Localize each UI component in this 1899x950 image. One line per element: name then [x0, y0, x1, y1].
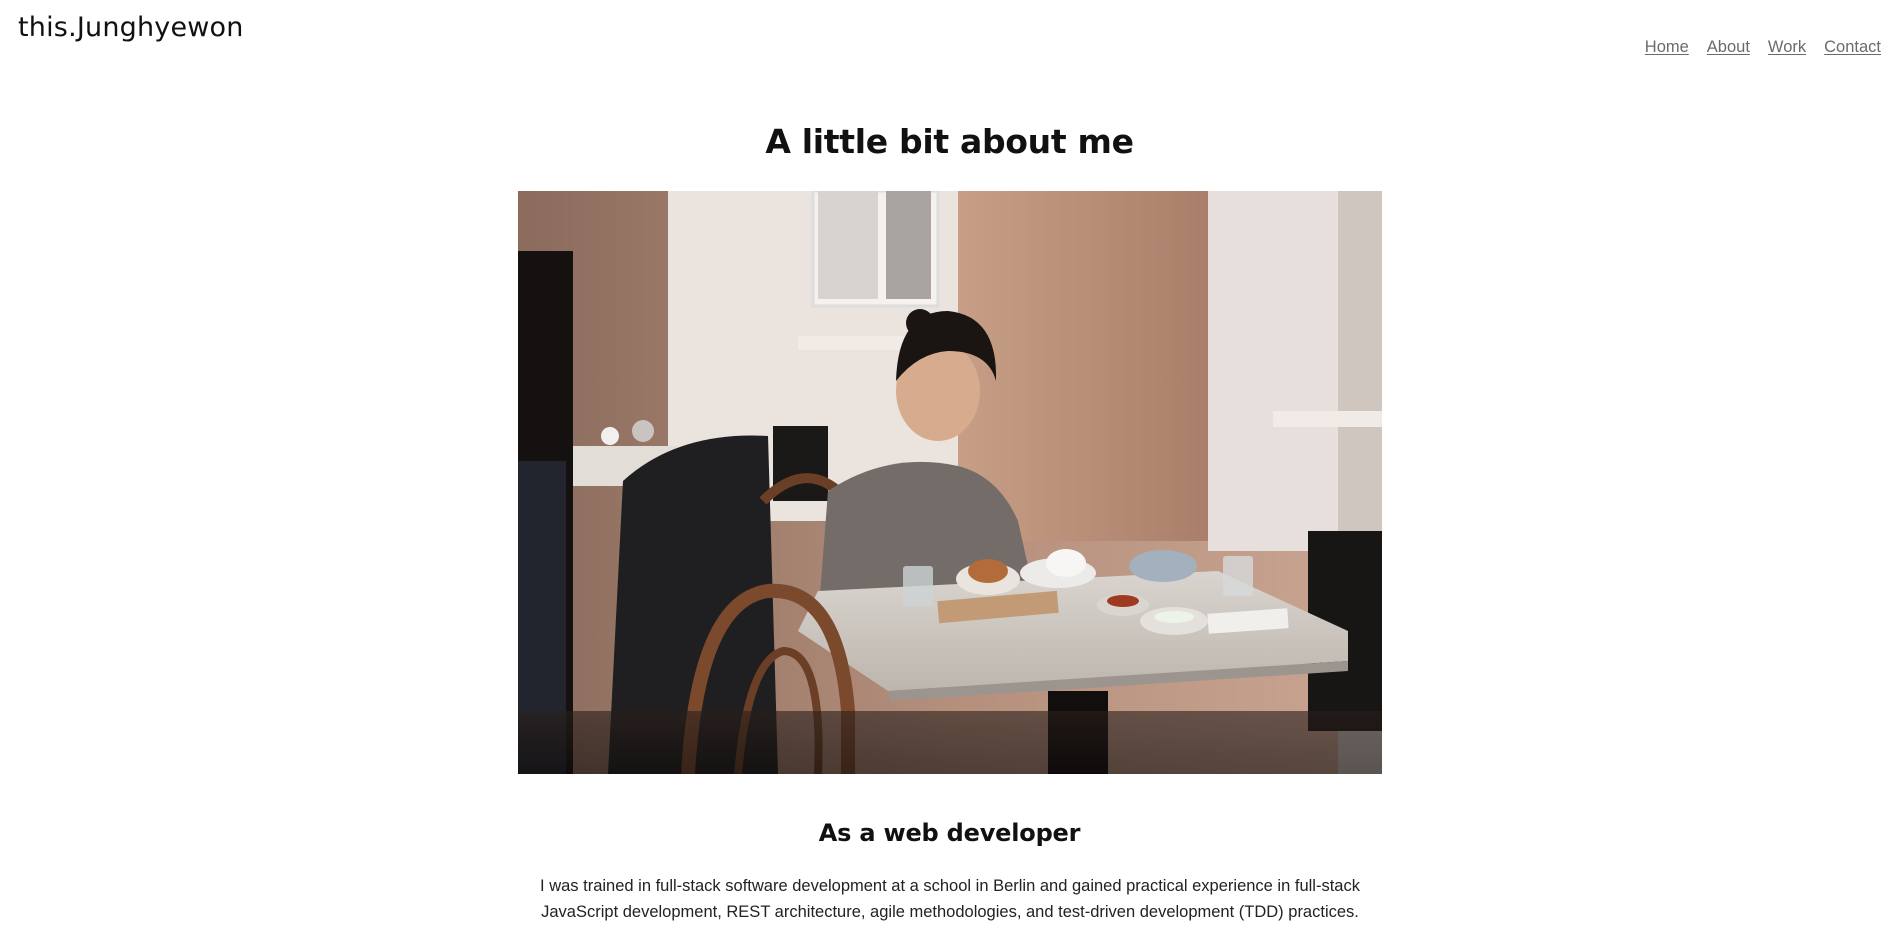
site-header: this.Junghyewon Home About Work Contact: [0, 0, 1899, 80]
nav-home-link[interactable]: Home: [1645, 38, 1689, 57]
main-nav: Home About Work Contact: [1645, 38, 1881, 57]
nav-contact-link[interactable]: Contact: [1824, 38, 1881, 57]
brand-logo-link[interactable]: this.Junghyewon: [18, 12, 244, 43]
page-title: A little bit about me: [765, 122, 1134, 161]
about-photo: [518, 191, 1382, 774]
section-description: I was trained in full-stack software dev…: [540, 877, 1360, 921]
section-title: As a web developer: [818, 819, 1081, 847]
photo-illustration: [518, 191, 1382, 774]
nav-about-link[interactable]: About: [1707, 38, 1750, 57]
nav-work-link[interactable]: Work: [1768, 38, 1806, 57]
